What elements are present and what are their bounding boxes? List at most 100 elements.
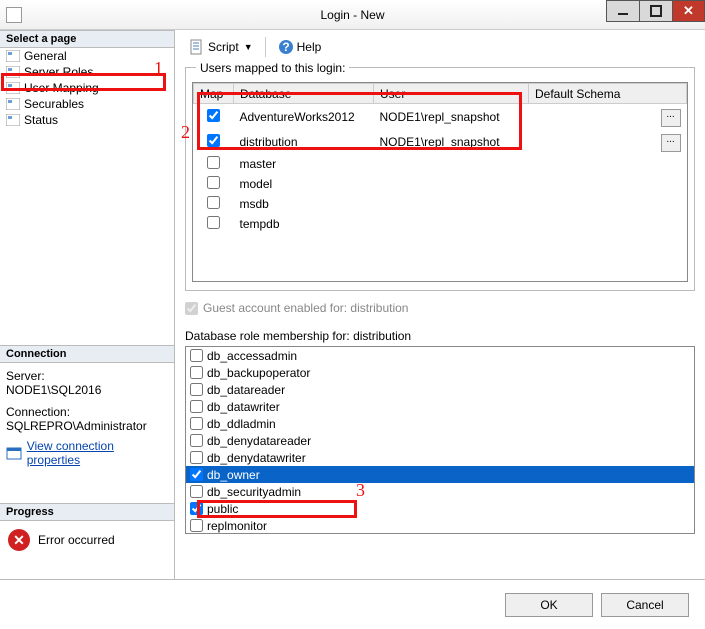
- select-page-header: Select a page: [0, 30, 174, 48]
- role-item[interactable]: db_securityadmin: [186, 483, 694, 500]
- maximize-button[interactable]: [639, 0, 672, 22]
- page-icon: [6, 50, 20, 62]
- error-icon: ✕: [8, 529, 30, 551]
- mapping-row[interactable]: model: [194, 174, 687, 194]
- schema-browse-button[interactable]: ...: [661, 109, 681, 127]
- mapping-row[interactable]: msdb: [194, 194, 687, 214]
- schema-browse-button[interactable]: ...: [661, 134, 681, 152]
- schema-cell: [529, 154, 687, 174]
- schema-cell: [529, 174, 687, 194]
- role-item[interactable]: db_denydatareader: [186, 432, 694, 449]
- database-cell: tempdb: [234, 214, 374, 234]
- script-icon: [189, 39, 205, 55]
- roles-listbox[interactable]: db_accessadmin db_backupoperator db_datare…: [185, 346, 695, 534]
- map-checkbox[interactable]: [207, 134, 220, 147]
- role-item[interactable]: db_ddladmin: [186, 415, 694, 432]
- map-checkbox[interactable]: [207, 216, 220, 229]
- view-connection-properties-link[interactable]: View connection properties: [6, 439, 168, 467]
- server-label: Server:: [6, 369, 168, 383]
- help-icon: ?: [278, 39, 294, 55]
- map-checkbox[interactable]: [207, 196, 220, 209]
- link-text: View connection properties: [27, 439, 168, 467]
- user-cell: [374, 154, 529, 174]
- user-cell: [374, 174, 529, 194]
- mapping-row[interactable]: tempdb: [194, 214, 687, 234]
- schema-cell: [529, 194, 687, 214]
- role-checkbox[interactable]: [190, 502, 203, 515]
- progress-header: Progress: [0, 503, 174, 521]
- dropdown-icon: ▼: [244, 42, 253, 52]
- window-title: Login - New: [320, 8, 384, 22]
- role-label: db_owner: [207, 468, 260, 482]
- guest-label: Guest account enabled for: distribution: [203, 301, 408, 315]
- toolbar: Script ▼ ? Help: [185, 35, 695, 59]
- user-cell: [374, 214, 529, 234]
- role-label: db_denydatareader: [207, 434, 311, 448]
- role-checkbox[interactable]: [190, 400, 203, 413]
- role-item[interactable]: db_accessadmin: [186, 347, 694, 364]
- role-checkbox[interactable]: [190, 349, 203, 362]
- mapping-row[interactable]: master: [194, 154, 687, 174]
- database-cell: model: [234, 174, 374, 194]
- ok-button[interactable]: OK: [505, 593, 593, 617]
- role-checkbox[interactable]: [190, 519, 203, 532]
- help-button[interactable]: ? Help: [274, 37, 326, 57]
- connection-header: Connection: [0, 345, 174, 363]
- map-checkbox[interactable]: [207, 176, 220, 189]
- page-icon: [6, 82, 20, 94]
- user-cell: NODE1\repl_snapshot: [374, 104, 529, 130]
- role-item[interactable]: db_datawriter: [186, 398, 694, 415]
- role-label: db_backupoperator: [207, 366, 310, 380]
- role-item[interactable]: replmonitor: [186, 517, 694, 534]
- role-checkbox[interactable]: [190, 451, 203, 464]
- nav-label: Server Roles: [24, 65, 93, 79]
- separator: [265, 37, 266, 57]
- mapping-row[interactable]: AdventureWorks2012NODE1\repl_snapshot...: [194, 104, 687, 130]
- role-item[interactable]: db_denydatawriter: [186, 449, 694, 466]
- nav-server-roles[interactable]: Server Roles: [0, 64, 174, 80]
- col-user[interactable]: User: [374, 84, 529, 104]
- close-button[interactable]: ✕: [672, 0, 705, 22]
- nav-user-mapping[interactable]: User Mapping: [0, 80, 174, 96]
- titlebar: Login - New ✕: [0, 0, 705, 30]
- role-checkbox[interactable]: [190, 417, 203, 430]
- script-button[interactable]: Script ▼: [185, 37, 257, 57]
- help-label: Help: [297, 40, 322, 54]
- col-database[interactable]: Database: [234, 84, 374, 104]
- left-panel: Select a page General Server Roles User …: [0, 30, 175, 579]
- nav-general[interactable]: General: [0, 48, 174, 64]
- role-checkbox[interactable]: [190, 434, 203, 447]
- role-checkbox[interactable]: [190, 383, 203, 396]
- map-checkbox[interactable]: [207, 156, 220, 169]
- page-icon: [6, 66, 20, 78]
- mapping-grid[interactable]: Map Database User Default Schema Adventu…: [192, 82, 688, 282]
- schema-cell: [529, 214, 687, 234]
- role-item[interactable]: db_backupoperator: [186, 364, 694, 381]
- nav-status[interactable]: Status: [0, 112, 174, 128]
- role-checkbox[interactable]: [190, 468, 203, 481]
- user-cell: NODE1\repl_snapshot: [374, 129, 529, 154]
- nav-label: User Mapping: [24, 81, 99, 95]
- content-panel: Script ▼ ? Help Users mapped to this log…: [175, 30, 705, 579]
- map-checkbox[interactable]: [207, 109, 220, 122]
- nav-label: Status: [24, 113, 58, 127]
- col-schema[interactable]: Default Schema: [529, 84, 687, 104]
- role-checkbox[interactable]: [190, 485, 203, 498]
- nav-label: Securables: [24, 97, 84, 111]
- connection-label: Connection:: [6, 405, 168, 419]
- col-map[interactable]: Map: [194, 84, 234, 104]
- minimize-button[interactable]: [606, 0, 639, 22]
- cancel-button[interactable]: Cancel: [601, 593, 689, 617]
- mapping-row[interactable]: distributionNODE1\repl_snapshot...: [194, 129, 687, 154]
- connection-value: SQLREPRO\Administrator: [6, 419, 168, 433]
- page-icon: [6, 98, 20, 110]
- role-label: db_accessadmin: [207, 349, 297, 363]
- role-label: db_datareader: [207, 383, 285, 397]
- user-cell: [374, 194, 529, 214]
- role-item[interactable]: db_owner: [186, 466, 694, 483]
- role-checkbox[interactable]: [190, 366, 203, 379]
- nav-securables[interactable]: Securables: [0, 96, 174, 112]
- role-item[interactable]: public: [186, 500, 694, 517]
- nav-label: General: [24, 49, 67, 63]
- role-item[interactable]: db_datareader: [186, 381, 694, 398]
